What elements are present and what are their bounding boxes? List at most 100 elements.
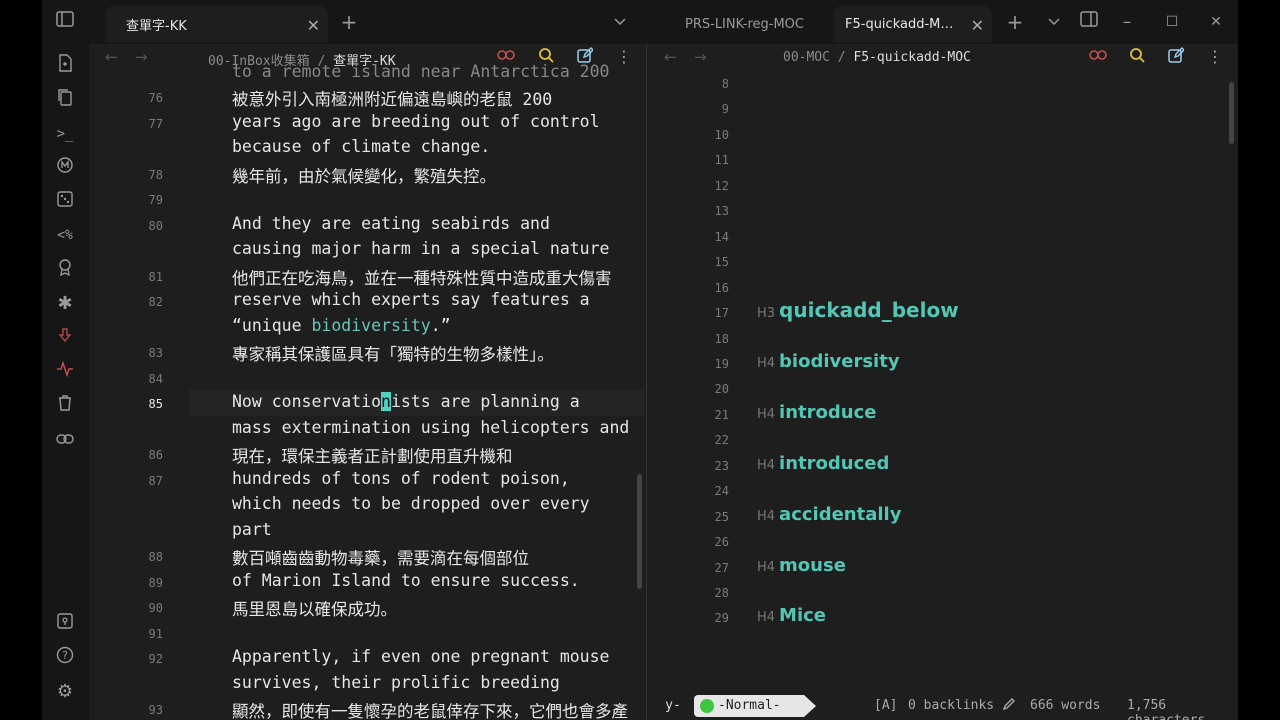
new-tab-plus-icon[interactable]: + — [337, 10, 361, 34]
more-options-icon[interactable]: ⋮ — [613, 47, 635, 66]
line-number: 89 — [148, 575, 163, 590]
broken-link-icon[interactable] — [1087, 47, 1109, 66]
editor-line: which needs to be dropped over every — [232, 494, 590, 513]
tab-list-chevron-down-icon[interactable] — [1042, 10, 1066, 34]
right-editor[interactable]: 8 9 10 11 12 13 14 15 16 18 20 22 24 26 28 17 H3 quickadd… — [648, 74, 1238, 720]
help-icon[interactable]: ? — [53, 646, 77, 670]
heading-level: H4 — [757, 457, 776, 473]
asterisk-icon[interactable]: ✱ — [53, 292, 77, 316]
close-tab-icon[interactable]: ✕ — [971, 16, 984, 35]
line-number: 29 — [714, 611, 729, 626]
link-icon[interactable] — [53, 428, 77, 452]
line-number: 12 — [714, 178, 729, 193]
line-text: 現在，環保主義者正計劃使用直升機和 — [232, 447, 513, 466]
status-flag: [A] — [874, 698, 898, 713]
badge-icon[interactable] — [53, 258, 77, 282]
line-text: 他們正在吃海鳥，並在一種特殊性質中造成重大傷害 — [232, 268, 612, 288]
tab-prs-link[interactable]: PRS-LINK-reg-MOC — [670, 6, 830, 42]
line-text: of Marion Island to ensure success. — [232, 570, 580, 590]
backlinks-count[interactable]: 0 backlinks — [908, 698, 994, 713]
partial-line: to a remote island near Antarctica 200 — [232, 62, 610, 81]
tab-list-chevron-down-icon[interactable] — [608, 10, 632, 34]
heading-introduced[interactable]: H4 introduced — [757, 453, 889, 474]
line-text: Now conservatio — [232, 392, 382, 411]
back-arrow-icon[interactable]: ← — [664, 48, 677, 66]
line-number: 82 — [148, 295, 163, 309]
left-scrollbar[interactable] — [637, 474, 642, 589]
line-number: 81 — [148, 269, 163, 284]
line-text: survives, their prolific breeding — [232, 672, 560, 692]
heading-level: H4 — [757, 610, 776, 626]
highlighted-word: biodiversity — [311, 315, 431, 335]
line-number: 25 — [714, 509, 729, 524]
editor-line: Now conservationists are planning a — [232, 392, 580, 411]
editor-line: 數百噸齒齒動物毒藥，需要滴在每個部位 — [232, 545, 529, 569]
heading-text: quickadd_below — [779, 298, 959, 323]
terminal-icon[interactable]: >_ — [53, 122, 77, 146]
right-scrollbar[interactable] — [1229, 82, 1234, 144]
tab-bar: 查單字-KK ✕ + PRS-LINK-reg-MOC F5-quickadd-… — [42, 0, 1238, 44]
editor-line: 馬里恩島以確保成功。 — [232, 596, 397, 620]
vim-register: y- — [665, 698, 681, 713]
download-arrow-icon[interactable] — [53, 326, 77, 350]
new-tab-plus-icon[interactable]: + — [1003, 10, 1027, 34]
line-number: 14 — [714, 229, 729, 244]
line-text: years ago are breeding out of control — [232, 111, 600, 131]
activity-icon[interactable] — [53, 360, 77, 384]
heading-mice[interactable]: H4 Mice — [757, 605, 826, 626]
tab-right-active[interactable]: F5-quickadd-M… ✕ — [834, 6, 992, 42]
line-number: 27 — [714, 560, 729, 575]
line-number: 78 — [148, 167, 163, 182]
trash-icon[interactable] — [53, 394, 77, 418]
pencil-icon[interactable] — [1002, 697, 1016, 715]
line-number: 92 — [148, 652, 163, 666]
editor-line: 他們正在吃海鳥，並在一種特殊性質中造成重大傷害 — [232, 265, 612, 289]
close-window-icon[interactable]: ✕ — [1204, 10, 1228, 34]
minimize-icon[interactable]: – — [1115, 10, 1139, 34]
line-text: 馬里恩島以確保成功。 — [232, 600, 397, 619]
maximize-icon[interactable]: ☐ — [1160, 10, 1184, 34]
forward-arrow-icon[interactable]: → — [694, 48, 707, 66]
line-number: 87 — [148, 473, 163, 488]
more-options-icon[interactable]: ⋮ — [1204, 47, 1226, 66]
left-editor[interactable]: to a remote island near Antarctica 200 7… — [89, 62, 646, 720]
templater-icon[interactable]: <% — [53, 224, 77, 248]
editor-line: “unique biodiversity.” — [232, 316, 451, 335]
close-tab-icon[interactable]: ✕ — [307, 16, 320, 35]
settings-gear-icon[interactable]: ⚙ — [53, 680, 77, 704]
gauge-icon[interactable] — [53, 156, 77, 180]
character-count: 1,756 characters — [1127, 698, 1205, 720]
heading-level: H4 — [757, 559, 776, 575]
split-view-icon[interactable] — [1077, 10, 1101, 34]
heading-accidentally[interactable]: H4 accidentally — [757, 504, 901, 525]
vault-icon[interactable] — [53, 612, 77, 636]
line-number: 10 — [714, 127, 729, 142]
back-arrow-icon[interactable]: ← — [105, 48, 118, 66]
edit-icon[interactable] — [1165, 47, 1187, 67]
sidebar-toggle-icon[interactable] — [53, 10, 77, 34]
editor-line: survives, their prolific breeding — [232, 673, 560, 692]
line-text: causing major harm in a special nature — [232, 239, 610, 258]
right-view-header: ← → 00-MOC / F5-quickadd-MOC ⋮ — [648, 44, 1238, 74]
heading-mouse[interactable]: H4 mouse — [757, 555, 846, 576]
editor-line: causing major harm in a special nature — [232, 239, 610, 258]
forward-arrow-icon[interactable]: → — [135, 48, 148, 66]
line-number: 90 — [148, 601, 163, 615]
breadcrumb-parent[interactable]: 00-MOC — [783, 50, 830, 65]
dice-icon[interactable] — [53, 190, 77, 214]
editor-line: of Marion Island to ensure success. — [232, 571, 580, 590]
new-note-icon[interactable] — [53, 54, 77, 78]
line-number: 13 — [714, 204, 729, 219]
breadcrumb-separator: / — [837, 50, 846, 65]
breadcrumb-current[interactable]: F5-quickadd-MOC — [853, 50, 970, 65]
copy-files-icon[interactable] — [53, 88, 77, 112]
heading-biodiversity[interactable]: H4 biodiversity — [757, 351, 900, 372]
line-text: mass extermination using helicopters and — [232, 417, 630, 437]
tab-left-active[interactable]: 查單字-KK ✕ — [106, 6, 328, 42]
line-text: “unique — [232, 315, 312, 335]
heading-introduce[interactable]: H4 introduce — [757, 402, 876, 423]
heading-text: accidentally — [779, 503, 902, 525]
heading-quickadd-below[interactable]: H3 quickadd_below — [757, 298, 959, 322]
search-icon[interactable] — [1126, 47, 1148, 67]
line-text: which needs to be dropped over every — [232, 494, 590, 513]
